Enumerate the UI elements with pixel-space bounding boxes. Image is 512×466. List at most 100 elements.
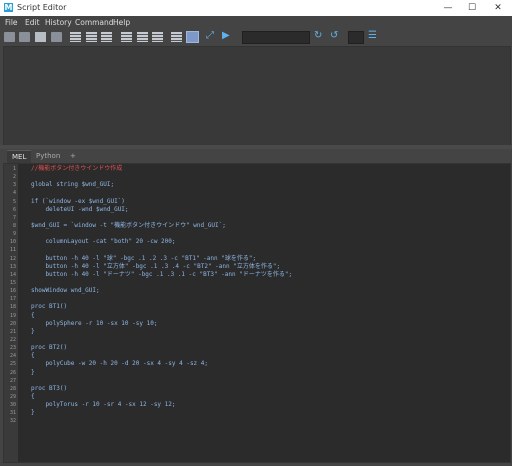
code-line[interactable]: 27 xyxy=(4,377,510,385)
code-line[interactable]: 15 xyxy=(4,279,510,287)
code-line[interactable]: 14 button -h 40 -l "ドーナツ" -bgc .1 .3 .1 … xyxy=(4,271,510,279)
save-to-shelf-icon[interactable] xyxy=(51,32,62,42)
show-line-numbers-icon[interactable] xyxy=(137,32,148,42)
line-number: 25 xyxy=(9,361,16,368)
line-number: 16 xyxy=(9,288,16,295)
menu-history[interactable]: History xyxy=(45,18,72,27)
code-line[interactable]: 16 showWindow wnd_GUI; xyxy=(4,287,510,295)
menu-command[interactable]: Command xyxy=(75,18,114,27)
line-number: 20 xyxy=(9,320,16,327)
load-script-icon[interactable] xyxy=(19,32,30,42)
show-stack-trace-icon[interactable] xyxy=(152,32,163,42)
code-line[interactable]: 17 xyxy=(4,295,510,303)
clear-history-icon[interactable] xyxy=(70,32,81,42)
line-number: 11 xyxy=(9,247,16,254)
clear-all-icon[interactable] xyxy=(101,32,112,42)
minimize-button[interactable]: — xyxy=(438,1,458,15)
code-text: } xyxy=(31,368,35,376)
code-line[interactable]: 13 button -h 40 -l "立方体" -bgc .1 .3 .4 -… xyxy=(4,263,510,271)
line-number: 15 xyxy=(9,279,16,286)
open-script-icon[interactable] xyxy=(4,32,15,42)
line-number: 29 xyxy=(9,393,16,400)
window-title: Script Editor xyxy=(17,3,67,12)
menu-file[interactable]: File xyxy=(5,18,18,27)
script-tabs: MEL Python + xyxy=(3,149,509,163)
code-line[interactable]: 1 //機能ボタン付きウインドウ作成 xyxy=(4,165,510,173)
find-prev-icon[interactable]: ↺ xyxy=(330,30,338,41)
source-script-icon[interactable]: ⤢ xyxy=(206,30,214,41)
run-icon[interactable]: ▶ xyxy=(222,30,230,41)
code-line[interactable]: 4 xyxy=(4,189,510,197)
code-area[interactable]: 1 //機能ボタン付きウインドウ作成 2 3 global string $wnd_GU… xyxy=(4,165,510,426)
line-number: 19 xyxy=(9,312,16,319)
tab-mel[interactable]: MEL xyxy=(7,150,32,163)
save-script-icon[interactable] xyxy=(35,32,46,42)
code-line[interactable]: 22 xyxy=(4,336,510,344)
code-line[interactable]: 26} xyxy=(4,369,510,377)
line-number: 13 xyxy=(9,263,16,270)
line-number: 12 xyxy=(9,255,16,262)
code-line[interactable]: 6 deleteUI -wnd $wnd_GUI; xyxy=(4,206,510,214)
code-line[interactable]: 20 polySphere -r 10 -sx 10 -sy 10; xyxy=(4,320,510,328)
code-line[interactable]: 11 xyxy=(4,246,510,254)
code-line[interactable]: 9 xyxy=(4,230,510,238)
code-line[interactable]: 10 columnLayout -cat "both" 20 -cw 200; xyxy=(4,238,510,246)
code-text: button -h 40 -l "球" -bgc .1 .2 .3 -c "BT… xyxy=(31,254,257,262)
code-line[interactable]: 28 proc BT3() xyxy=(4,385,510,393)
code-text: polyTorus -r 10 -sr 4 -sx 12 -sy 12; xyxy=(31,401,176,409)
search-field[interactable] xyxy=(242,31,310,44)
code-line[interactable]: 7 xyxy=(4,214,510,222)
find-next-icon[interactable]: ↻ xyxy=(314,30,322,41)
script-input-editor[interactable]: 1 //機能ボタン付きウインドウ作成 2 3 global string $wnd_GU… xyxy=(3,163,511,463)
maximize-button[interactable]: ☐ xyxy=(462,1,482,15)
toolbar: ⤢ ▶ ↻ ↺ ☰ xyxy=(0,29,512,46)
execute-icon[interactable] xyxy=(186,31,199,43)
code-text: if (`window -ex $wnd_GUI`) xyxy=(31,197,125,205)
execute-all-icon[interactable] xyxy=(171,32,182,42)
code-text: showWindow wnd_GUI; xyxy=(31,287,100,295)
code-text: { xyxy=(31,311,35,319)
line-number: 27 xyxy=(9,377,16,384)
code-line[interactable]: 18 proc BT1() xyxy=(4,303,510,311)
code-text: deleteUI -wnd $wnd_GUI; xyxy=(31,205,129,213)
code-line[interactable]: 30 polyTorus -r 10 -sr 4 -sx 12 -sy 12; xyxy=(4,401,510,409)
line-number: 6 xyxy=(12,206,16,213)
code-line[interactable]: 3 global string $wnd_GUI; xyxy=(4,181,510,189)
code-line[interactable]: 32 xyxy=(4,417,510,425)
line-number: 8 xyxy=(12,222,16,229)
add-tab-button[interactable]: + xyxy=(65,150,81,162)
line-number: 18 xyxy=(9,304,16,311)
code-text: proc BT1() xyxy=(31,303,68,311)
line-number: 1 xyxy=(12,166,16,172)
code-line[interactable]: 29 { xyxy=(4,393,510,401)
history-output-pane[interactable] xyxy=(3,46,511,146)
code-line[interactable]: 19 { xyxy=(4,312,510,320)
line-number: 32 xyxy=(9,418,16,425)
goto-line-icon[interactable]: ☰ xyxy=(368,30,377,41)
code-line[interactable]: 5 if (`window -ex $wnd_GUI`) xyxy=(4,198,510,206)
code-line[interactable]: 2 xyxy=(4,173,510,181)
clear-input-icon[interactable] xyxy=(86,32,97,42)
line-number: 17 xyxy=(9,296,16,303)
close-button[interactable]: ✕ xyxy=(488,1,508,15)
code-text: } xyxy=(31,327,35,335)
code-line[interactable]: 25 polyCube -w 20 -h 20 -d 20 -sx 4 -sy … xyxy=(4,360,510,368)
code-line[interactable]: 8 $wnd_GUI = `window -t "機能ボタン付きウインドウ" wn… xyxy=(4,222,510,230)
line-number: 21 xyxy=(9,328,16,335)
code-text: $wnd_GUI = `window -t "機能ボタン付きウインドウ" wnd… xyxy=(31,221,226,229)
goto-line-field[interactable] xyxy=(348,31,364,44)
code-line[interactable]: 24 { xyxy=(4,352,510,360)
line-number: 24 xyxy=(9,353,16,360)
code-line[interactable]: 12 button -h 40 -l "球" -bgc .1 .2 .3 -c … xyxy=(4,255,510,263)
line-number: 30 xyxy=(9,402,16,409)
code-line[interactable]: 21} xyxy=(4,328,510,336)
maya-app-icon: M xyxy=(4,3,13,12)
echo-all-icon[interactable] xyxy=(121,32,132,42)
menu-edit[interactable]: Edit xyxy=(25,18,40,27)
code-line[interactable]: 23 proc BT2() xyxy=(4,344,510,352)
code-line[interactable]: 31} xyxy=(4,409,510,417)
code-text: button -h 40 -l "ドーナツ" -bgc .1 .3 .1 -c … xyxy=(31,270,293,278)
menu-help[interactable]: Help xyxy=(113,18,130,27)
code-text: button -h 40 -l "立方体" -bgc .1 .3 .4 -c "… xyxy=(31,262,281,270)
tab-python[interactable]: Python xyxy=(31,150,65,162)
